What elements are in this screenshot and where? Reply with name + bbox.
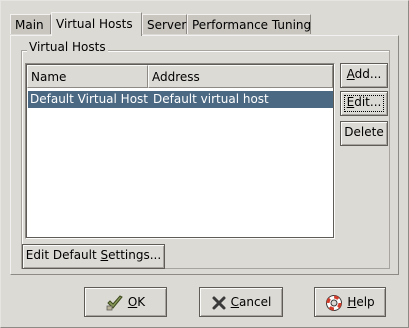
edit-defaults-label-rest: ettings... xyxy=(108,248,162,262)
cancel-mnemonic: C xyxy=(230,295,240,309)
tab-server[interactable]: Server xyxy=(142,14,187,34)
help-icon xyxy=(325,294,343,312)
edit-defaults-mnemonic: S xyxy=(100,248,109,262)
column-header-name[interactable]: Name xyxy=(27,65,148,88)
cell-address: Default virtual host xyxy=(153,92,269,106)
tab-virtual-hosts[interactable]: Virtual Hosts xyxy=(51,12,142,36)
ok-label-rest: K xyxy=(137,295,146,309)
dialog-window: Main Virtual Hosts Server Performance Tu… xyxy=(0,0,409,328)
edit-default-settings-button[interactable]: Edit Default Settings... xyxy=(22,244,165,269)
column-header-address[interactable]: Address xyxy=(148,65,333,88)
cell-name: Default Virtual Host xyxy=(30,92,149,106)
edit-defaults-label-start: Edit Default xyxy=(25,248,101,262)
delete-button[interactable]: Delete xyxy=(340,121,388,146)
help-button[interactable]: Help xyxy=(314,287,386,317)
cancel-icon xyxy=(211,295,227,311)
help-mnemonic: H xyxy=(347,295,357,309)
ok-button[interactable]: OK xyxy=(84,287,167,317)
ok-icon xyxy=(106,294,124,312)
add-mnemonic: A xyxy=(346,67,355,81)
list-header: Name Address xyxy=(27,65,333,88)
tab-main[interactable]: Main xyxy=(10,14,51,34)
help-label-rest: elp xyxy=(356,295,375,309)
tab-performance-tuning[interactable]: Performance Tuning xyxy=(187,14,311,34)
frame-title: Virtual Hosts xyxy=(27,40,108,54)
focus-indicator xyxy=(344,95,384,112)
edit-button[interactable]: Edit... xyxy=(340,91,388,116)
cancel-button[interactable]: Cancel xyxy=(199,287,283,317)
virtual-hosts-list[interactable]: Name Address Default Virtual Host Defaul… xyxy=(25,63,335,239)
cancel-label-rest: ancel xyxy=(239,295,272,309)
table-row[interactable]: Default Virtual Host Default virtual hos… xyxy=(28,91,333,108)
add-button[interactable]: Add... xyxy=(340,63,388,88)
add-label-rest: dd... xyxy=(354,67,382,81)
ok-mnemonic: O xyxy=(127,295,138,309)
